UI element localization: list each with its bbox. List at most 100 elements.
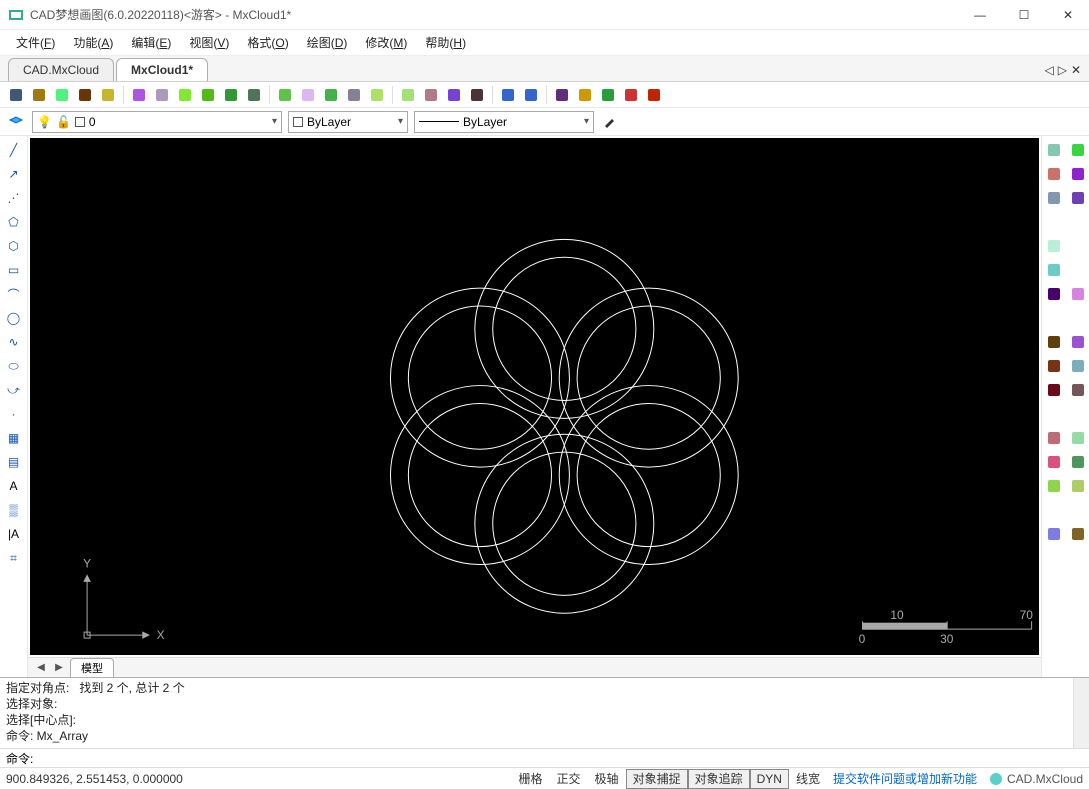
arc-icon[interactable]: ⌒ [4,284,24,304]
scrollbar[interactable] [1073,678,1089,748]
line-icon[interactable]: ╱ [4,140,24,160]
help-icon[interactable] [644,85,664,105]
toggle-正交[interactable]: 正交 [550,769,588,789]
menu-f[interactable]: 文件(F) [8,31,63,54]
region-icon[interactable]: ⌗ [4,548,24,568]
copy-icon[interactable] [1044,188,1064,208]
rectangle-icon[interactable]: ▭ [4,260,24,280]
tab-close-icon[interactable]: ✕ [1071,63,1081,77]
box-icon[interactable] [1044,428,1064,448]
toggle-对象追踪[interactable]: 对象追踪 [688,769,750,789]
ray-icon[interactable]: ⋰ [4,188,24,208]
command-input[interactable] [33,751,1083,765]
globe-icon[interactable] [598,85,618,105]
menu-o[interactable]: 格式(O) [239,31,296,54]
layers2-icon[interactable] [344,85,364,105]
scissors-icon[interactable] [421,85,441,105]
layer-copy-icon[interactable] [1044,140,1064,160]
table-icon[interactable] [398,85,418,105]
dimension-icon[interactable]: ▒ [4,500,24,520]
block-icon[interactable]: ▦ [4,428,24,448]
pan-icon[interactable] [198,85,218,105]
image-icon[interactable] [467,85,487,105]
text-icon[interactable]: A [4,476,24,496]
menu-h[interactable]: 帮助(H) [417,31,474,54]
print-icon[interactable] [552,85,572,105]
chamfer-icon[interactable] [1044,452,1064,472]
trim-icon[interactable] [1068,356,1088,376]
filter-icon[interactable] [367,85,387,105]
feedback-link[interactable]: 提交软件问题或增加新功能 [827,770,983,787]
menu-v[interactable]: 视图(V) [181,31,237,54]
hatch-icon[interactable]: ▤ [4,452,24,472]
settings-gear-icon[interactable] [575,85,595,105]
maximize-button[interactable]: ☐ [1011,8,1037,22]
tab-prev-icon[interactable]: ◁ [1044,63,1053,77]
toggle-DYN[interactable]: DYN [750,769,789,789]
auto-select-icon[interactable] [275,85,295,105]
close-button[interactable]: ✕ [1055,8,1081,22]
new-file-icon[interactable] [6,85,26,105]
extend-icon[interactable] [1044,356,1064,376]
fillet-icon[interactable] [1068,452,1088,472]
import-icon[interactable] [52,85,72,105]
document-tab[interactable]: CAD.MxCloud [8,58,114,81]
link-icon[interactable] [444,85,464,105]
cycle-icon[interactable] [1068,164,1088,184]
layer-manager-icon[interactable] [6,112,26,132]
toggle-栅格[interactable]: 栅格 [512,769,550,789]
polyline-icon[interactable]: ↗ [4,164,24,184]
tangent-icon[interactable] [1044,524,1064,544]
pdf-icon[interactable] [621,85,641,105]
paste-icon[interactable] [1068,188,1088,208]
grid-icon[interactable] [1044,260,1064,280]
linetype-dropdown[interactable]: ByLayer ▾ [414,111,594,133]
ellipse-icon[interactable]: ⬭ [4,356,24,376]
zoom-real-icon[interactable] [221,85,241,105]
toggle-对象捕捉[interactable]: 对象捕捉 [626,769,688,789]
model-tab[interactable]: 模型 [70,658,114,677]
layer-dropdown[interactable]: 💡 🔓 0 ▾ [32,111,282,133]
parallel-icon[interactable] [1068,524,1088,544]
menu-d[interactable]: 绘图(D) [299,31,356,54]
eraser-icon[interactable] [1068,428,1088,448]
tab-next-icon[interactable]: ▷ [1058,63,1067,77]
hexagon-icon[interactable]: ⬡ [4,236,24,256]
color-dropdown[interactable]: ByLayer ▾ [288,111,408,133]
mirror-h-icon[interactable] [1044,284,1064,304]
snap-icon[interactable] [1044,236,1064,256]
menu-a[interactable]: 功能(A) [65,31,121,54]
menu-e[interactable]: 编辑(E) [123,31,179,54]
offset-r-icon[interactable] [1068,332,1088,352]
undo-icon[interactable] [498,85,518,105]
circle-icon[interactable]: ◯ [4,308,24,328]
point-icon[interactable]: · [4,404,24,424]
spline-icon[interactable]: ∿ [4,332,24,352]
zoom-prev-icon[interactable] [244,85,264,105]
mirror-v-icon[interactable] [1068,284,1088,304]
match-properties-icon[interactable] [600,112,620,132]
redo-icon[interactable] [521,85,541,105]
polygon-icon[interactable]: ⬠ [4,212,24,232]
break-icon[interactable] [1068,380,1088,400]
menu-m[interactable]: 修改(M) [357,31,415,54]
zoom-window-icon[interactable] [129,85,149,105]
layers-icon[interactable] [321,85,341,105]
view-first-icon[interactable]: ◀ [34,662,48,673]
rotate-icon[interactable] [1044,476,1064,496]
offset-l-icon[interactable] [1044,332,1064,352]
save-icon[interactable] [75,85,95,105]
saveas-icon[interactable] [98,85,118,105]
toggle-线宽[interactable]: 线宽 [789,769,827,789]
zoom-in-icon[interactable] [152,85,172,105]
document-tab[interactable]: MxCloud1* [116,58,208,81]
minimize-button[interactable]: — [967,8,993,22]
open-folder-icon[interactable] [29,85,49,105]
highlight-icon[interactable] [1068,140,1088,160]
drawing-canvas[interactable]: X Y 10 70 0 30 [28,136,1041,657]
toggle-极轴[interactable]: 极轴 [588,769,626,789]
view-prev-icon[interactable]: ▶ [52,662,66,673]
zoom-extents-icon[interactable] [175,85,195,105]
edit-icon[interactable] [298,85,318,105]
scale-icon[interactable] [1044,164,1064,184]
